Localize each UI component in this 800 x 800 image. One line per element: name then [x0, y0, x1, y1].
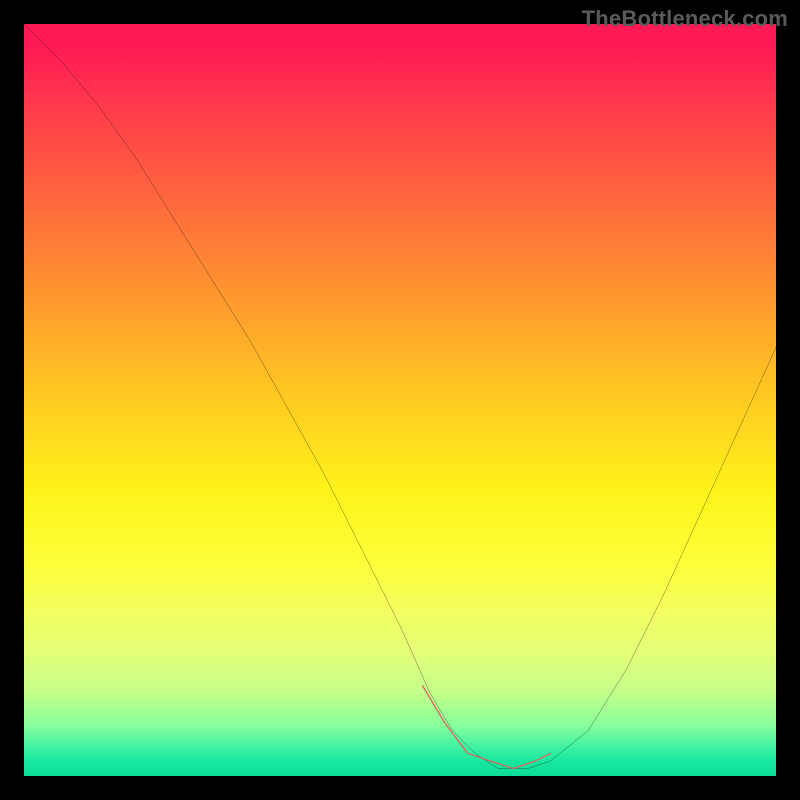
curve-layer [24, 24, 776, 776]
chart-frame: TheBottleneck.com [0, 0, 800, 800]
plot-area [24, 24, 776, 776]
bottleneck-curve [24, 24, 776, 768]
watermark-text: TheBottleneck.com [582, 6, 788, 32]
highlight-segment [423, 686, 551, 769]
